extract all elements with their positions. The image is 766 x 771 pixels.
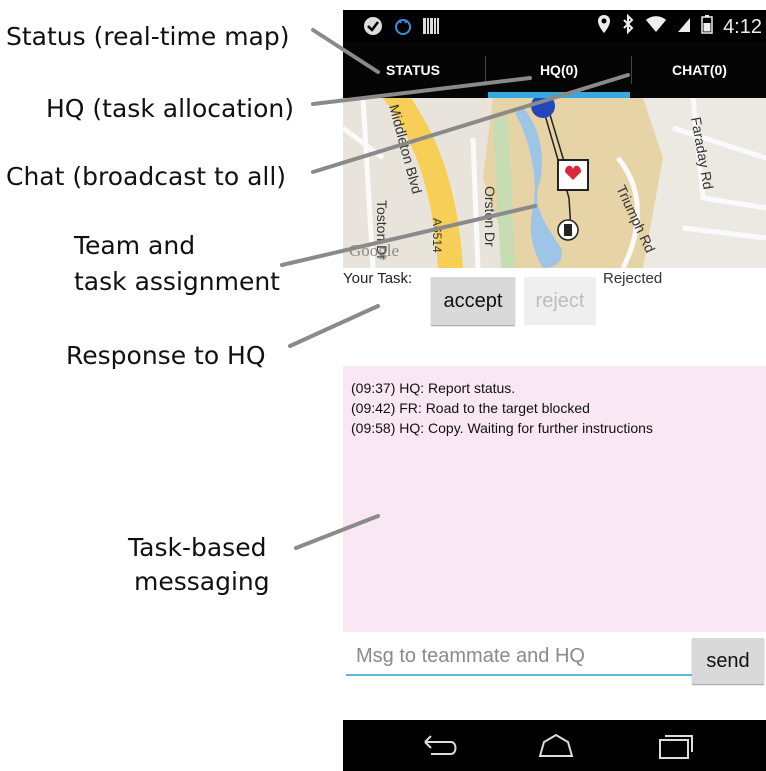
recents-icon[interactable] [656,732,696,760]
location-pin-icon [597,14,611,40]
tab-chat[interactable]: CHAT(0) [633,42,766,98]
tab-status[interactable]: STATUS [343,42,483,98]
callout-response: Response to HQ [66,341,266,370]
task-label: Your Task: [343,270,413,287]
map-street-label: Orston Dr [482,186,498,247]
bluetooth-icon [621,13,635,40]
tab-divider [485,56,486,84]
battery-icon [701,14,713,40]
home-icon[interactable] [536,732,576,760]
real-time-map[interactable]: Middleton Blvd Orston Dr Toston Dr Farad… [343,98,766,268]
navigation-bar [343,720,766,771]
phone-screen: 4:12 STATUS HQ(0) CHAT(0) Middleton Blvd… [343,10,766,771]
callout-messaging-line2: messaging [134,567,270,596]
message-input[interactable] [346,638,693,676]
map-street-label: A6514 [430,218,444,253]
back-icon[interactable] [419,732,459,760]
signal-icon [677,15,691,39]
map-canvas: Middleton Blvd Orston Dr Toston Dr Farad… [343,98,766,268]
task-response-row: Your Task: accept reject Rejected [343,268,766,328]
list-item: (09:42) FR: Road to the target blocked [351,400,590,416]
clock: 4:12 [723,15,762,38]
callout-team-line2: task assignment [74,267,280,296]
reject-button[interactable]: reject [524,277,596,325]
list-item: (09:37) HQ: Report status. [351,380,516,396]
list-item: (09:58) HQ: Copy. Waiting for further in… [351,420,653,436]
tab-hq[interactable]: HQ(0) [488,42,630,98]
callout-status: Status (real-time map) [6,22,290,51]
callout-messaging-line1: Task-based [128,533,267,562]
check-circle-icon [363,16,383,41]
android-icon [393,16,413,41]
status-bar: 4:12 [343,10,766,42]
composer: send [343,634,766,704]
barcode-icon [423,17,439,40]
task-status: Rejected [603,270,663,287]
tab-divider [631,56,632,84]
google-watermark: Google [349,241,399,260]
wifi-icon [645,15,667,39]
send-button[interactable]: send [692,638,764,684]
message-log[interactable]: (09:37) HQ: Report status. (09:42) FR: R… [343,366,766,632]
callout-chat: Chat (broadcast to all) [6,162,287,191]
tab-bar: STATUS HQ(0) CHAT(0) [343,42,766,98]
accept-button[interactable]: accept [431,277,515,325]
callout-team-line1: Team and [74,231,196,260]
callout-hq: HQ (task allocation) [46,94,294,123]
